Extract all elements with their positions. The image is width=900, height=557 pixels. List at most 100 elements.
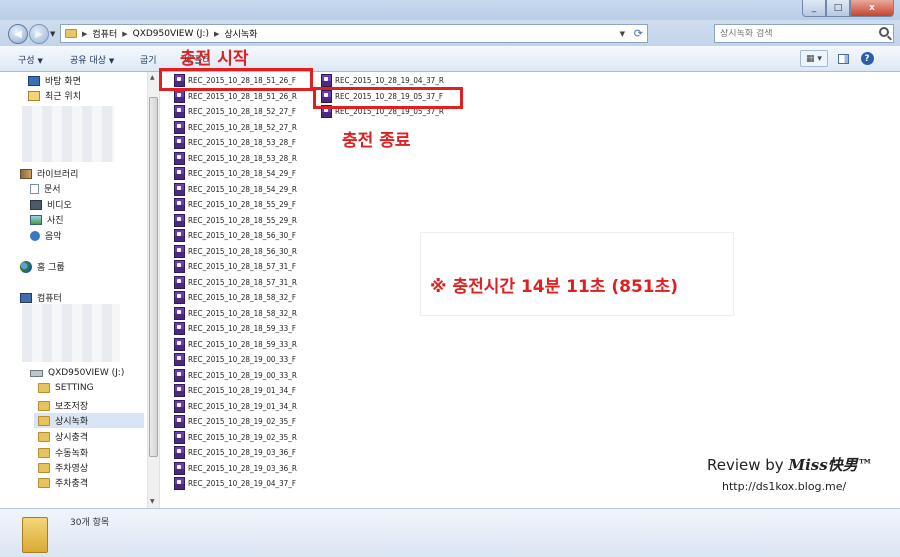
file-item[interactable]: REC_2015_10_28_18_55_29_F xyxy=(174,198,296,211)
video-file-icon xyxy=(174,151,185,165)
file-name: REC_2015_10_28_19_03_36_F xyxy=(188,448,296,457)
video-file-icon xyxy=(174,384,185,397)
file-item[interactable]: REC_2015_10_28_18_57_31_F xyxy=(174,260,296,273)
file-item[interactable]: REC_2015_10_28_19_00_33_R xyxy=(174,368,297,382)
file-name: REC_2015_10_28_19_01_34_R xyxy=(188,401,297,411)
file-item[interactable]: REC_2015_10_28_19_03_36_F xyxy=(174,446,296,459)
status-bar: 30개 항목 xyxy=(0,508,900,557)
scroll-up-icon[interactable]: ▲ xyxy=(150,74,155,81)
file-name: REC_2015_10_28_18_58_32_R xyxy=(188,308,297,318)
burn-button[interactable]: 굽기 xyxy=(140,53,157,66)
file-item[interactable]: REC_2015_10_28_18_53_28_R xyxy=(174,151,297,165)
address-dropdown-icon[interactable]: ▼ xyxy=(620,30,625,38)
file-item[interactable]: REC_2015_10_28_19_02_35_R xyxy=(174,430,297,444)
file-item[interactable]: REC_2015_10_28_18_55_29_R xyxy=(174,213,297,227)
video-file-icon xyxy=(174,322,185,335)
minimize-button[interactable]: _ xyxy=(802,0,826,17)
file-item[interactable]: REC_2015_10_28_18_59_33_F xyxy=(174,322,296,335)
file-item[interactable]: REC_2015_10_28_18_57_31_R xyxy=(174,275,297,289)
video-file-icon xyxy=(174,446,185,459)
nav-folder-backup[interactable]: 보조저장 xyxy=(38,399,88,412)
nav-libraries[interactable]: 라이브러리 xyxy=(20,167,78,180)
chevron-right-icon[interactable]: ▶ xyxy=(82,30,87,38)
nav-homegroup[interactable]: 홈 그룹 xyxy=(20,260,65,273)
computer-icon xyxy=(20,292,32,303)
file-item[interactable]: REC_2015_10_28_18_54_29_F xyxy=(174,167,296,180)
video-file-icon xyxy=(174,136,185,149)
file-item[interactable]: REC_2015_10_28_18_59_33_R xyxy=(174,337,297,351)
file-item[interactable]: REC_2015_10_28_18_51_26_R xyxy=(174,89,297,103)
video-file-icon xyxy=(321,74,332,87)
file-item[interactable]: REC_2015_10_28_18_52_27_R xyxy=(174,120,297,134)
search-input[interactable] xyxy=(720,28,870,39)
homegroup-icon xyxy=(20,260,32,273)
nav-pictures[interactable]: 사진 xyxy=(30,213,64,226)
breadcrumb-computer[interactable]: 컴퓨터 xyxy=(92,27,117,40)
recent-pages-dropdown[interactable]: ▼ xyxy=(50,30,55,38)
video-file-icon xyxy=(174,182,185,196)
folder-icon xyxy=(65,29,77,38)
nav-music[interactable]: 음악 xyxy=(30,229,62,242)
drive-icon xyxy=(30,369,43,377)
file-name: REC_2015_10_28_19_04_37_R xyxy=(335,76,444,85)
video-file-icon xyxy=(174,353,185,366)
file-item[interactable]: REC_2015_10_28_18_56_30_F xyxy=(174,229,296,242)
folder-icon xyxy=(38,431,50,442)
file-item[interactable]: REC_2015_10_28_18_52_27_F xyxy=(174,105,296,118)
video-file-icon xyxy=(174,260,185,273)
breadcrumb-drive[interactable]: QXD950VIEW (J:) xyxy=(133,29,209,39)
maximize-button[interactable]: □ xyxy=(826,0,850,17)
sidebar-scrollbar[interactable]: ▲ ▼ xyxy=(147,72,159,508)
nav-drive[interactable]: QXD950VIEW (J:) xyxy=(30,368,124,378)
file-item[interactable]: REC_2015_10_28_19_00_33_F xyxy=(174,353,296,366)
forward-button[interactable]: ▶ xyxy=(29,24,49,44)
file-item[interactable]: REC_2015_10_28_18_58_32_R xyxy=(174,306,297,320)
help-button[interactable]: ? xyxy=(858,50,876,67)
video-file-icon xyxy=(174,89,185,103)
file-item[interactable]: REC_2015_10_28_19_03_36_R xyxy=(174,461,297,475)
file-item[interactable]: REC_2015_10_28_19_01_34_R xyxy=(174,399,297,413)
nav-folder-parking-video[interactable]: 주차영상 xyxy=(38,461,88,474)
file-item[interactable]: REC_2015_10_28_18_56_30_R xyxy=(174,244,297,258)
file-name: REC_2015_10_28_18_56_30_F xyxy=(188,231,296,240)
chevron-right-icon[interactable]: ▶ xyxy=(122,30,127,38)
nav-folder-setting[interactable]: SETTING xyxy=(38,383,94,393)
file-item[interactable]: REC_2015_10_28_19_04_37_F xyxy=(174,477,296,490)
file-item[interactable]: REC_2015_10_28_18_54_29_R xyxy=(174,182,297,196)
chevron-right-icon[interactable]: ▶ xyxy=(214,30,219,38)
preview-pane-button[interactable] xyxy=(834,50,852,67)
nav-desktop[interactable]: 바탕 화면 xyxy=(28,74,81,87)
file-item[interactable]: REC_2015_10_28_19_02_35_F xyxy=(174,415,296,428)
search-box[interactable] xyxy=(714,24,894,43)
view-options-button[interactable]: ▦ ▾ xyxy=(800,50,828,67)
organize-menu[interactable]: 구성 ▼ xyxy=(18,53,43,66)
file-item[interactable]: REC_2015_10_28_18_53_28_F xyxy=(174,136,296,149)
forward-arrow-icon: ▶ xyxy=(35,28,43,40)
address-bar[interactable]: ▶ 컴퓨터 ▶ QXD950VIEW (J:) ▶ 상시녹화 ▼ ⟳ xyxy=(60,24,648,43)
nav-folder-continuous[interactable]: 상시녹화 xyxy=(34,413,144,428)
file-item[interactable]: REC_2015_10_28_18_58_32_F xyxy=(174,291,296,304)
refresh-icon[interactable]: ⟳ xyxy=(634,27,643,40)
nav-folder-continuous-impact[interactable]: 상시충격 xyxy=(38,430,88,443)
file-name: REC_2015_10_28_18_52_27_R xyxy=(188,122,297,132)
window-controls: _ □ x xyxy=(802,0,894,17)
video-file-icon xyxy=(174,368,185,382)
share-menu[interactable]: 공유 대상 ▼ xyxy=(70,53,114,66)
file-item[interactable]: REC_2015_10_28_19_04_37_R xyxy=(321,74,444,87)
nav-computer[interactable]: 컴퓨터 xyxy=(20,291,62,304)
file-item[interactable]: REC_2015_10_28_19_01_34_F xyxy=(174,384,296,397)
nav-recent-places[interactable]: 최근 위치 xyxy=(28,89,81,102)
charge-end-highlight xyxy=(313,87,463,109)
nav-folder-manual[interactable]: 수동녹화 xyxy=(38,446,88,459)
nav-videos[interactable]: 비디오 xyxy=(30,198,72,211)
nav-documents[interactable]: 문서 xyxy=(30,182,61,195)
nav-folder-parking-impact[interactable]: 주차충격 xyxy=(38,476,88,489)
scrollbar-thumb[interactable] xyxy=(149,97,158,457)
video-file-icon xyxy=(174,167,185,180)
breadcrumb-folder[interactable]: 상시녹화 xyxy=(224,27,257,40)
scroll-down-icon[interactable]: ▼ xyxy=(150,498,155,505)
close-button[interactable]: x xyxy=(850,0,894,17)
video-file-icon xyxy=(174,275,185,289)
back-button[interactable]: ◀ xyxy=(8,24,28,44)
search-icon[interactable] xyxy=(879,27,889,37)
